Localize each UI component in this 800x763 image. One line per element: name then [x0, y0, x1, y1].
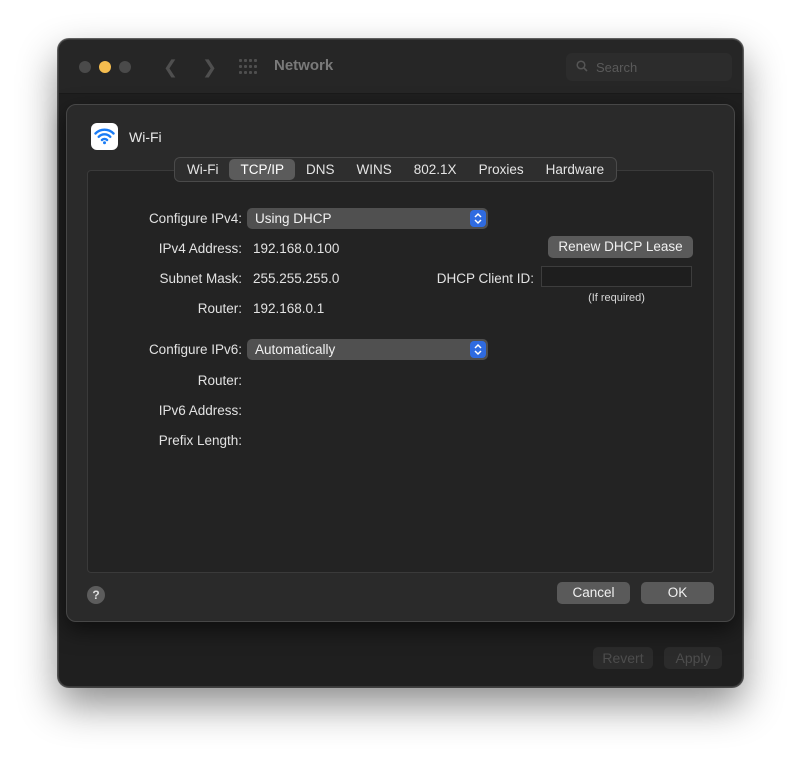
tab-tcpip[interactable]: TCP/IP [229, 159, 295, 180]
ok-button[interactable]: OK [641, 582, 714, 604]
subnet-mask-value: 255.255.255.0 [253, 271, 340, 286]
search-field[interactable] [566, 53, 732, 81]
wifi-advanced-sheet: Wi-Fi Configure IPv4: Using DHCP IPv4 Ad… [66, 104, 735, 622]
minimize-button[interactable] [99, 61, 111, 73]
show-all-grid-icon[interactable] [239, 59, 257, 75]
tab-8021x[interactable]: 802.1X [403, 159, 468, 180]
forward-arrow-icon[interactable]: ❯ [202, 57, 217, 78]
tab-proxies[interactable]: Proxies [468, 159, 535, 180]
configure-ipv4-popup[interactable]: Using DHCP [247, 208, 488, 229]
tab-wifi[interactable]: Wi-Fi [176, 159, 229, 180]
zoom-button[interactable] [119, 61, 131, 73]
popup-arrows-icon [470, 341, 486, 358]
configure-ipv4-value: Using DHCP [255, 211, 332, 226]
sheet-title: Wi-Fi [129, 129, 162, 145]
tab-dns[interactable]: DNS [295, 159, 346, 180]
titlebar: ❮ ❯ Network [59, 40, 742, 94]
tcpip-panel: Configure IPv4: Using DHCP IPv4 Address:… [87, 170, 714, 573]
configure-ipv4-label: Configure IPv4: [148, 211, 242, 226]
dhcp-client-id-field[interactable] [541, 266, 692, 287]
tab-bar: Wi-Fi TCP/IP DNS WINS 802.1X Proxies Har… [174, 157, 618, 182]
ipv4-router-label: Router: [197, 301, 242, 316]
dhcp-client-id-label: DHCP Client ID: [436, 271, 534, 286]
close-button[interactable] [79, 61, 91, 73]
client-id-hint: (If required) [588, 292, 645, 304]
window-title: Network [274, 57, 334, 74]
configure-ipv6-value: Automatically [255, 342, 336, 357]
ipv6-address-label: IPv6 Address: [158, 403, 242, 418]
tab-wins[interactable]: WINS [346, 159, 403, 180]
ipv4-address-label: IPv4 Address: [158, 241, 242, 256]
ipv6-router-label: Router: [197, 373, 242, 388]
prefix-length-label: Prefix Length: [158, 433, 242, 448]
popup-arrows-icon [470, 210, 486, 227]
ipv4-router-value: 192.168.0.1 [253, 301, 325, 316]
wifi-icon [94, 128, 115, 145]
cancel-button[interactable]: Cancel [557, 582, 630, 604]
wifi-badge [91, 123, 118, 150]
configure-ipv6-popup[interactable]: Automatically [247, 339, 488, 360]
ipv4-address-value: 192.168.0.100 [253, 241, 340, 256]
subnet-mask-label: Subnet Mask: [159, 271, 242, 286]
configure-ipv6-label: Configure IPv6: [148, 342, 242, 357]
revert-button[interactable]: Revert [593, 647, 653, 669]
help-button[interactable]: ? [87, 586, 105, 604]
back-arrow-icon[interactable]: ❮ [163, 57, 178, 78]
apply-button[interactable]: Apply [664, 647, 722, 669]
tab-hardware[interactable]: Hardware [535, 159, 616, 180]
renew-dhcp-lease-button[interactable]: Renew DHCP Lease [548, 236, 693, 258]
search-icon [576, 60, 588, 72]
search-input[interactable] [596, 53, 726, 81]
